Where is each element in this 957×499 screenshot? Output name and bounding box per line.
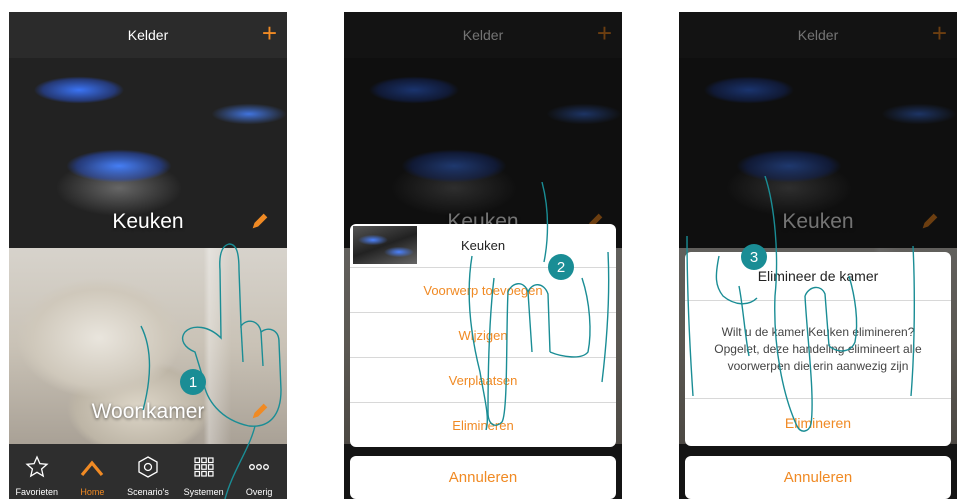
pencil-icon[interactable] [249,210,271,232]
tab-systemen[interactable]: Systemen [176,444,232,499]
tab-label: Home [80,487,105,497]
more-icon [249,464,270,470]
room-label: Woonkamer [91,400,205,423]
room-label: Keuken [112,210,184,233]
confirm-dialog: Elimineer de kamer Wilt u de kamer Keuke… [685,252,951,446]
cancel-button[interactable]: Annuleren [350,456,616,499]
header-title: Kelder [127,27,169,43]
tab-label: Scenario's [127,487,169,497]
step-badge: 3 [741,244,767,270]
action-sheet-title: Keuken [460,238,506,253]
tab-home[interactable]: Home [65,444,121,499]
delete-button[interactable]: Elimineren [350,402,616,447]
header: Kelder + [9,12,287,58]
room-thumbnail [353,226,417,264]
room-card-woonkamer[interactable]: Woonkamer [9,248,287,444]
screen-room-options: Kelder + Keuken Keuken Voorwerp toevoege… [344,12,622,499]
screen-room-list: Kelder + Keuken Woonkamer Favorieten Hom… [9,12,287,499]
add-button[interactable]: + [262,20,277,46]
grid-icon [193,457,214,477]
add-object-button[interactable]: Voorwerp toevoegen [350,267,616,312]
move-button[interactable]: Verplaatsen [350,357,616,402]
tab-overig[interactable]: Overig [231,444,287,499]
confirm-title: Elimineer de kamer [757,268,879,284]
tab-label: Systemen [183,487,224,497]
screen-delete-confirm: Kelder + Keuken Elimineer de kamer Wilt … [679,12,957,499]
pencil-icon[interactable] [249,400,271,422]
tab-label: Overig [245,487,273,497]
edit-button[interactable]: Wijzigen [350,312,616,357]
scenario-icon [138,456,158,478]
cancel-button[interactable]: Annuleren [685,456,951,499]
tab-label: Favorieten [15,487,59,497]
star-icon [25,455,49,478]
room-card-keuken[interactable]: Keuken [9,58,287,248]
tab-bar: Favorieten Home Scenario's Systemen Over… [9,444,287,499]
tab-favorieten[interactable]: Favorieten [9,444,65,499]
home-icon [81,460,104,477]
step-badge: 2 [548,254,574,280]
confirm-message: Wilt u de kamer Keuken elimineren? Opgel… [685,300,951,398]
step-badge: 1 [180,369,206,395]
action-sheet-header: Keuken [350,224,616,267]
tab-scenarios[interactable]: Scenario's [120,444,176,499]
confirm-delete-button[interactable]: Elimineren [685,398,951,446]
action-sheet: Keuken Voorwerp toevoegen Wijzigen Verpl… [350,224,616,447]
